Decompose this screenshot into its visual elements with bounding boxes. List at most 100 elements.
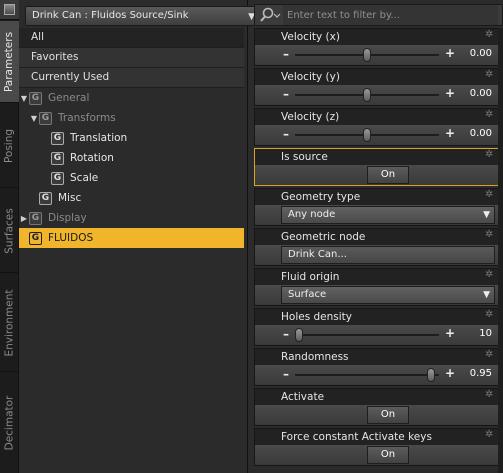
tree-item-label: Translation (70, 132, 128, 144)
decrement-icon[interactable]: – (283, 47, 289, 61)
slider-knob[interactable] (427, 368, 435, 382)
tree-item-label: Transforms (58, 112, 116, 124)
property-label: Fluid origin (281, 271, 340, 283)
tab-decimator-label: Decimator (3, 395, 16, 451)
filter-list: All Favorites Currently Used (19, 28, 244, 88)
slider-control[interactable]: – +0.00 (255, 45, 498, 65)
tab-decimator[interactable]: Decimator (0, 373, 19, 473)
toggle-button[interactable]: On (367, 446, 409, 464)
tree-item-general[interactable]: ▼ G General (19, 88, 244, 108)
tree-item-label: Misc (58, 192, 82, 204)
gear-icon[interactable]: ✲ (485, 390, 495, 400)
property-randomness: Randomness ✲ – +0.95 (254, 348, 499, 386)
scrollbar[interactable] (498, 28, 503, 473)
slider-value[interactable]: 10 (479, 328, 492, 339)
slider-value[interactable]: 0.00 (470, 48, 492, 59)
slider-value[interactable]: 0.95 (470, 368, 492, 379)
group-icon: G (39, 111, 52, 125)
property-velocity-y: Velocity (y) ✲ – +0.00 (254, 68, 499, 106)
property-label: Holes density (281, 311, 353, 323)
gear-icon[interactable]: ✲ (485, 430, 495, 440)
property-group-tree: ▼ G General ▼ G Transforms G Translation… (19, 88, 244, 248)
slider-knob[interactable] (363, 48, 371, 62)
select-dropdown[interactable]: Any node ▼ (281, 206, 495, 224)
increment-icon[interactable]: + (445, 46, 455, 60)
increment-icon[interactable]: + (445, 86, 455, 100)
node-picker-button[interactable]: Drink Can... (281, 246, 495, 264)
slider-knob[interactable] (363, 128, 371, 142)
node-selector-dropdown[interactable]: Drink Can : Fluidos Source/Sink ▼ (25, 6, 262, 26)
group-icon: G (51, 131, 64, 145)
slider-value[interactable]: 0.00 (470, 88, 492, 99)
gear-icon[interactable]: ✲ (485, 350, 495, 360)
gear-icon[interactable]: ✲ (485, 70, 495, 80)
select-value: Any node (288, 209, 336, 220)
property-label: Force constant Activate keys (281, 431, 432, 443)
gear-icon[interactable]: ✲ (485, 110, 495, 120)
tab-posing[interactable]: Posing (0, 104, 19, 188)
property-holes-density: Holes density ✲ – +10 (254, 308, 499, 346)
slider-knob[interactable] (295, 328, 303, 342)
slider-track[interactable] (295, 334, 439, 336)
select-dropdown[interactable]: Surface ▼ (281, 286, 495, 304)
filter-all[interactable]: All (19, 28, 244, 48)
gear-icon[interactable]: ✲ (485, 30, 495, 40)
chevron-down-icon: ▼ (483, 290, 490, 300)
decrement-icon[interactable]: – (283, 87, 289, 101)
decrement-icon[interactable]: – (283, 327, 289, 341)
property-force-constant-activate-keys: Force constant Activate keys ✲ On (254, 428, 499, 466)
search-icon[interactable] (259, 7, 281, 23)
filter-currently-used-label: Currently Used (31, 71, 110, 83)
filter-search-bar (254, 4, 503, 26)
gear-icon[interactable]: ✲ (485, 230, 495, 240)
increment-icon[interactable]: + (445, 126, 455, 140)
property-fluid-origin: Fluid origin ✲ Surface ▼ (254, 268, 499, 306)
increment-icon[interactable]: + (445, 326, 455, 340)
filter-favorites-label: Favorites (31, 51, 79, 63)
tree-item-label: Rotation (70, 152, 114, 164)
tree-item-label: FLUIDOS (48, 232, 94, 244)
slider-control[interactable]: – +0.95 (255, 365, 498, 385)
toggle-row: On (255, 445, 498, 465)
decrement-icon[interactable]: – (283, 367, 289, 381)
property-is-source: Is source ✲ On (254, 148, 499, 186)
slider-control[interactable]: – +0.00 (255, 85, 498, 105)
tree-item-scale[interactable]: G Scale (19, 168, 244, 188)
gear-icon[interactable]: ✲ (485, 190, 495, 200)
tree-item-fluidos[interactable]: G FLUIDOS (19, 228, 244, 248)
filter-favorites[interactable]: Favorites (19, 48, 244, 68)
slider-knob[interactable] (363, 88, 371, 102)
group-icon: G (51, 151, 64, 165)
decrement-icon[interactable]: – (283, 127, 289, 141)
gear-icon[interactable]: ✲ (485, 310, 495, 320)
tree-item-display[interactable]: ▶ G Display (19, 208, 244, 228)
tab-parameters[interactable]: Parameters (0, 21, 19, 103)
tree-item-misc[interactable]: G Misc (19, 188, 244, 208)
slider-value[interactable]: 0.00 (470, 128, 492, 139)
tree-item-transforms[interactable]: ▼ G Transforms (19, 108, 244, 128)
tree-item-label: Display (48, 212, 87, 224)
pane-options-icon[interactable] (0, 0, 19, 20)
select-value: Surface (288, 289, 327, 300)
slider-control[interactable]: – +0.00 (255, 125, 498, 145)
expand-arrow-icon[interactable]: ▶ (19, 214, 29, 223)
expand-arrow-icon[interactable]: ▼ (19, 94, 29, 103)
gear-icon[interactable]: ✲ (485, 150, 495, 160)
tab-environment[interactable]: Environment (0, 274, 19, 372)
toggle-button[interactable]: On (367, 166, 409, 184)
toggle-button[interactable]: On (367, 406, 409, 424)
node-selector-value: Drink Can : Fluidos Source/Sink (32, 10, 189, 21)
slider-track[interactable] (295, 374, 439, 376)
slider-control[interactable]: – +10 (255, 325, 498, 345)
expand-arrow-icon[interactable]: ▼ (29, 114, 39, 123)
tree-item-translation[interactable]: G Translation (19, 128, 244, 148)
filter-search-input[interactable] (283, 5, 498, 25)
filter-currently-used[interactable]: Currently Used (19, 68, 244, 88)
select-row: Any node ▼ (255, 205, 498, 225)
tree-item-rotation[interactable]: G Rotation (19, 148, 244, 168)
group-icon: G (29, 211, 42, 225)
tab-surfaces[interactable]: Surfaces (0, 189, 19, 273)
increment-icon[interactable]: + (445, 366, 455, 380)
property-label: Velocity (y) (281, 71, 340, 83)
gear-icon[interactable]: ✲ (485, 270, 495, 280)
